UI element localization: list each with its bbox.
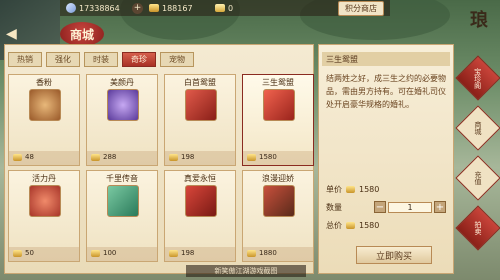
side-menu-label: 拍卖 <box>474 221 482 235</box>
item-card[interactable]: 活力丹 50 <box>8 170 80 262</box>
item-card[interactable]: 美颜丹 288 <box>86 74 158 166</box>
item-price-value: 48 <box>25 153 34 161</box>
currency-gold-value: 188167 <box>162 3 193 13</box>
item-card[interactable]: 真爱永恒 198 <box>164 170 236 262</box>
increase-quantity-button[interactable]: + <box>434 201 446 213</box>
quantity-input[interactable]: 1 <box>388 201 432 213</box>
gold-coin-icon <box>91 249 100 257</box>
tab-treasures[interactable]: 奇珍 <box>122 52 156 67</box>
game-logo: 琅 <box>470 10 488 31</box>
currency-gems-value: 17338864 <box>79 3 120 13</box>
currency-bar: 17338864 + 188167 0 积分商店 <box>60 0 390 16</box>
vitality-pill-item-icon <box>29 185 61 217</box>
sedan-chair-item-icon <box>263 185 295 217</box>
item-price-value: 1580 <box>259 153 277 161</box>
tab-fashion[interactable]: 时装 <box>84 52 118 67</box>
gold-coin-icon <box>247 249 256 257</box>
book-item-icon <box>185 185 217 217</box>
item-price: 48 <box>13 153 34 161</box>
detail-title: 三生鸳盟 <box>322 52 450 66</box>
currency-gold: 188167 <box>149 4 209 13</box>
gold-coin-icon <box>247 153 256 161</box>
red-envelope-item-icon <box>263 89 295 121</box>
item-name: 浪漫迎娇 <box>262 174 294 183</box>
unit-price-label: 单价 <box>326 185 342 194</box>
total-price-value: 1580 <box>359 221 380 230</box>
item-name: 三生鸳盟 <box>262 78 294 87</box>
total-price-row: 总价 1580 <box>326 220 379 231</box>
buy-now-button[interactable]: 立即购买 <box>356 246 432 264</box>
scroll-item-icon <box>107 185 139 217</box>
unit-price-value: 1580 <box>359 185 380 194</box>
side-menu-label: 商城 <box>474 121 482 135</box>
item-price-value: 50 <box>25 249 34 257</box>
quantity-row: 数量 <box>326 202 342 213</box>
tab-hot[interactable]: 热销 <box>8 52 42 67</box>
side-menu-shop[interactable]: 商城 <box>455 105 500 151</box>
gold-coin-icon <box>346 222 355 229</box>
item-card-selected[interactable]: 三生鸳盟 1580 <box>242 74 314 166</box>
item-name: 美颜丹 <box>110 78 134 87</box>
gold-coin-icon <box>169 249 178 257</box>
item-grid: 香粉 48 美颜丹 288 白首鸳盟 198 三生鸳盟 1580 活力丹 50 … <box>8 74 314 262</box>
beauty-pill-item-icon <box>107 89 139 121</box>
gold-ingot-icon <box>149 4 159 12</box>
tab-enhance[interactable]: 强化 <box>46 52 80 67</box>
add-currency-button[interactable]: + <box>132 2 143 14</box>
side-menu-treasure-pavilion[interactable]: 宝珍阁 <box>455 55 500 101</box>
item-price: 100 <box>91 249 116 257</box>
gold-coin-icon <box>169 153 178 161</box>
item-price-value: 1880 <box>259 249 277 257</box>
currency-silver: 0 <box>215 4 275 13</box>
item-price-value: 288 <box>103 153 117 161</box>
item-price-value: 198 <box>181 249 195 257</box>
total-price-label: 总价 <box>326 221 342 230</box>
item-name: 香粉 <box>36 78 52 87</box>
item-price: 50 <box>13 249 34 257</box>
item-price: 1880 <box>247 249 277 257</box>
points-shop-button[interactable]: 积分商店 <box>338 0 384 16</box>
decrease-quantity-button[interactable]: − <box>374 201 386 213</box>
category-tabs: 热销 强化 时装 奇珍 宠物 <box>8 52 194 67</box>
item-price-value: 198 <box>181 153 195 161</box>
powder-item-icon <box>29 89 61 121</box>
item-price: 198 <box>169 153 194 161</box>
item-price-value: 100 <box>103 249 117 257</box>
item-name: 真爱永恒 <box>184 174 216 183</box>
item-price: 288 <box>91 153 116 161</box>
detail-description: 结两姓之好，成三生之约的必要物品，需由男方持有。可在婚礼司仪处开启豪华规格的婚礼… <box>326 74 446 109</box>
item-card[interactable]: 千里传音 100 <box>86 170 158 262</box>
back-arrow-icon[interactable]: ◀ <box>6 26 26 44</box>
watermark-caption: 新笑傲江湖游戏截图 <box>186 265 306 277</box>
red-envelope-item-icon <box>185 89 217 121</box>
side-menu-label: 充值 <box>474 171 482 185</box>
gold-coin-icon <box>13 153 22 161</box>
item-card[interactable]: 浪漫迎娇 1880 <box>242 170 314 262</box>
quantity-label: 数量 <box>326 203 342 212</box>
currency-gems: 17338864 <box>66 3 126 13</box>
unit-price-row: 单价 1580 <box>326 184 379 195</box>
side-menu-auction[interactable]: 拍卖 <box>455 205 500 251</box>
gem-icon <box>66 3 76 13</box>
item-name: 千里传音 <box>106 174 138 183</box>
item-price: 198 <box>169 249 194 257</box>
tab-pets[interactable]: 宠物 <box>160 52 194 67</box>
side-menu-label: 宝珍阁 <box>474 67 482 89</box>
currency-silver-value: 0 <box>228 3 234 13</box>
gold-coin-icon <box>346 186 355 193</box>
side-menu-recharge[interactable]: 充值 <box>455 155 500 201</box>
gold-coin-icon <box>91 153 100 161</box>
quantity-stepper: − 1 + <box>374 201 446 213</box>
item-card[interactable]: 香粉 48 <box>8 74 80 166</box>
silver-ingot-icon <box>215 4 225 12</box>
item-card[interactable]: 白首鸳盟 198 <box>164 74 236 166</box>
item-price: 1580 <box>247 153 277 161</box>
item-name: 白首鸳盟 <box>184 78 216 87</box>
item-name: 活力丹 <box>32 174 56 183</box>
page-title: 商城 <box>60 22 104 46</box>
gold-coin-icon <box>13 249 22 257</box>
